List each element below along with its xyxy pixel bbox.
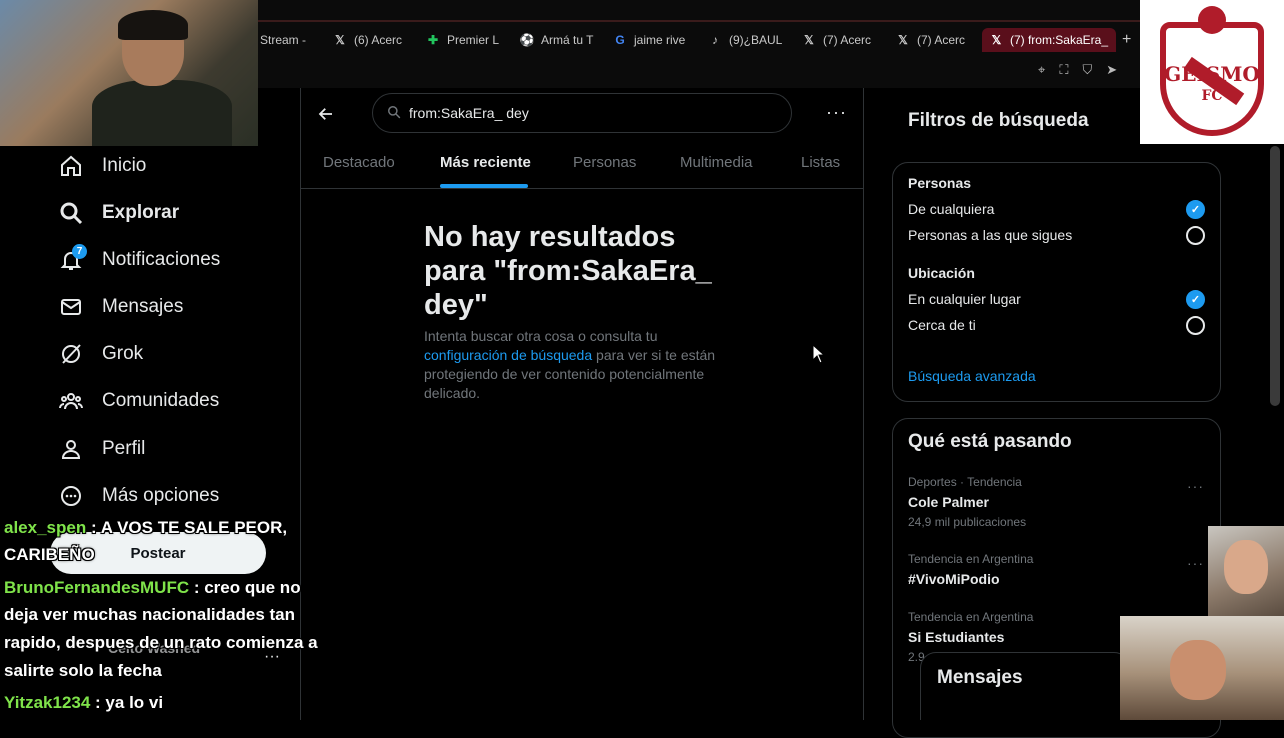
liverbird-icon <box>1198 6 1226 34</box>
browser-tab[interactable]: ♪ (9)¿BAUL <box>708 28 784 52</box>
tab-destacado[interactable]: Destacado <box>323 154 395 171</box>
page-scrollbar[interactable] <box>1270 146 1280 406</box>
nav-item-home[interactable]: Inicio <box>58 146 146 186</box>
x-logo-icon: 𝕏 <box>991 33 1002 47</box>
grok-icon <box>58 341 84 367</box>
new-tab-button[interactable]: + <box>1122 28 1140 52</box>
chat-message: alex_spen : A VOS TE SALE PEOR, <box>4 518 288 537</box>
premier-league-icon: ✚ <box>427 33 439 47</box>
browser-tab[interactable]: ✚ Premier L <box>426 28 500 52</box>
tab-multimedia[interactable]: Multimedia <box>680 154 753 171</box>
envelope-icon <box>58 294 84 320</box>
soccer-ball-icon: ⚽ <box>520 33 535 47</box>
advanced-search-link[interactable]: Búsqueda avanzada <box>908 368 1036 384</box>
browser-tab[interactable]: 𝕏 (7) Acerc <box>896 28 968 52</box>
search-icon <box>387 105 401 122</box>
more-circle-icon <box>58 483 84 509</box>
nav-item-more-options[interactable]: Más opciones <box>58 476 219 516</box>
search-box[interactable] <box>372 93 792 133</box>
tab-listas[interactable]: Listas <box>801 154 840 171</box>
chat-message: Yitzak1234 : ya lo vi <box>4 693 164 712</box>
trend-count: 24,9 mil publicaciones <box>908 515 1027 529</box>
x-logo-icon: 𝕏 <box>898 33 908 47</box>
google-icon: G <box>615 33 625 47</box>
empty-state-body: Intenta buscar otra cosa o consulta tu c… <box>424 328 716 401</box>
nav-item-communities[interactable]: Comunidades <box>58 381 219 421</box>
nav-item-explore[interactable]: Explorar <box>58 193 179 233</box>
notifications-badge: 7 <box>72 244 87 259</box>
search-icon <box>58 200 84 226</box>
radio-unchecked-icon[interactable] <box>1186 316 1205 335</box>
search-settings-link[interactable]: configuración de búsqueda <box>424 347 592 363</box>
empty-state-title: No hay resultados para "from:SakaEra_ de… <box>424 221 712 321</box>
search-input[interactable] <box>409 105 769 121</box>
trend-more-icon[interactable]: ··· <box>1187 555 1204 571</box>
back-arrow-icon[interactable] <box>314 102 338 126</box>
browser-tab[interactable]: G jaime rive <box>613 28 687 52</box>
filter-option-anyone[interactable]: De cualquiera <box>908 201 994 217</box>
x-logo-icon: 𝕏 <box>335 33 345 47</box>
radio-unchecked-icon[interactable] <box>1186 226 1205 245</box>
trend-more-icon[interactable]: ··· <box>1187 478 1204 494</box>
browser-tab-active[interactable]: 𝕏 (7) from:SakaEra_ <box>982 28 1116 52</box>
browser-toolbar: ⌖ ⛶ ⛉ ➤ <box>1038 62 1117 78</box>
filter-option-following[interactable]: Personas a las que sigues <box>908 227 1072 243</box>
nav-item-messages[interactable]: Mensajes <box>58 287 183 327</box>
chat-message: salirte solo la fecha <box>4 661 162 680</box>
person-icon <box>58 436 84 462</box>
search-filters-card <box>892 162 1221 402</box>
mouse-cursor-icon <box>812 343 826 364</box>
location-heading: Ubicación <box>908 265 975 281</box>
radio-checked-icon[interactable]: ✓ <box>1186 200 1205 219</box>
overlay-webcam <box>1208 526 1284 616</box>
tab-personas[interactable]: Personas <box>573 154 636 171</box>
team-logo: GEISMO FC <box>1140 0 1284 144</box>
filter-option-near-you[interactable]: Cerca de ti <box>908 317 976 333</box>
nav-item-profile[interactable]: Perfil <box>58 429 145 469</box>
overlay-webcam <box>1120 616 1284 720</box>
filter-option-anywhere[interactable]: En cualquier lugar <box>908 291 1021 307</box>
filters-title: Filtros de búsqueda <box>908 110 1089 131</box>
trend-meta: Tendencia en Argentina <box>908 610 1034 624</box>
nav-item-grok[interactable]: Grok <box>58 334 143 374</box>
pin-icon[interactable]: ⌖ <box>1038 62 1045 78</box>
trends-title: Qué está pasando <box>908 431 1072 452</box>
tab-strip-divider <box>258 20 1140 22</box>
search-more-icon[interactable]: ··· <box>826 102 847 123</box>
home-icon <box>58 153 84 179</box>
browser-tab[interactable]: Stream - <box>260 28 320 52</box>
trend-meta: Deportes · Tendencia <box>908 475 1022 489</box>
chat-message: CARIBEÑO <box>4 545 95 564</box>
people-heading: Personas <box>908 175 972 191</box>
screenshot-icon[interactable]: ⛶ <box>1059 62 1068 78</box>
trend-name[interactable]: Cole Palmer <box>908 494 989 510</box>
messages-drawer[interactable]: Mensajes <box>920 652 1130 720</box>
chat-message: rapido, despues de un rato comienza a <box>4 633 318 652</box>
shield-icon[interactable]: ⛉ <box>1082 62 1092 78</box>
chat-message: deja ver muchas nacionalidades tan <box>4 605 296 624</box>
send-icon[interactable]: ➤ <box>1106 62 1117 78</box>
x-logo-icon: 𝕏 <box>804 33 814 47</box>
column-divider <box>300 88 301 720</box>
browser-tab[interactable]: ⚽ Armá tu T <box>520 28 594 52</box>
browser-tab[interactable]: 𝕏 (6) Acerc <box>333 28 405 52</box>
communities-icon <box>58 388 84 414</box>
trend-name[interactable]: #VivoMiPodio <box>908 571 1000 587</box>
browser-tab[interactable]: 𝕏 (7) Acerc <box>802 28 874 52</box>
streamer-webcam <box>0 0 258 146</box>
column-divider <box>863 88 864 720</box>
tab-mas-reciente[interactable]: Más reciente <box>440 154 531 171</box>
chat-message: BrunoFernandesMUFC : creo que no <box>4 578 301 597</box>
radio-checked-icon[interactable]: ✓ <box>1186 290 1205 309</box>
trend-meta: Tendencia en Argentina <box>908 552 1034 566</box>
tiktok-icon: ♪ <box>712 33 718 47</box>
tabs-divider <box>301 188 863 189</box>
trend-name[interactable]: Si Estudiantes <box>908 629 1004 645</box>
